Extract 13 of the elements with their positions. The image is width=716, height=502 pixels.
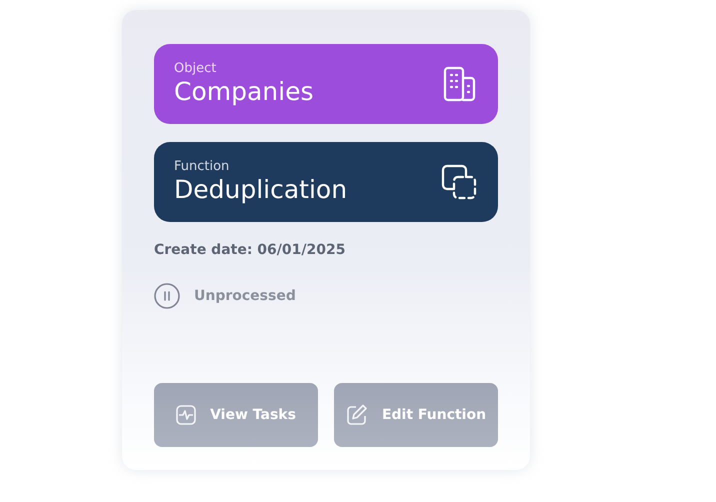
activity-icon	[176, 405, 196, 425]
building-icon	[442, 66, 478, 102]
tile-label: Object	[174, 61, 218, 77]
status-text: Unprocessed	[194, 286, 296, 306]
tile-value: Companies	[174, 76, 314, 107]
edit-icon	[346, 404, 368, 426]
duplicate-icon	[440, 163, 478, 201]
tile-value: Deduplication	[174, 174, 348, 205]
create-date: Create date: 06/01/2025	[154, 241, 346, 260]
pause-icon	[154, 283, 180, 309]
tile-label: Function	[174, 159, 230, 175]
action-button[interactable]: Edit Function	[334, 383, 498, 447]
action-button[interactable]: View Tasks	[154, 383, 318, 447]
